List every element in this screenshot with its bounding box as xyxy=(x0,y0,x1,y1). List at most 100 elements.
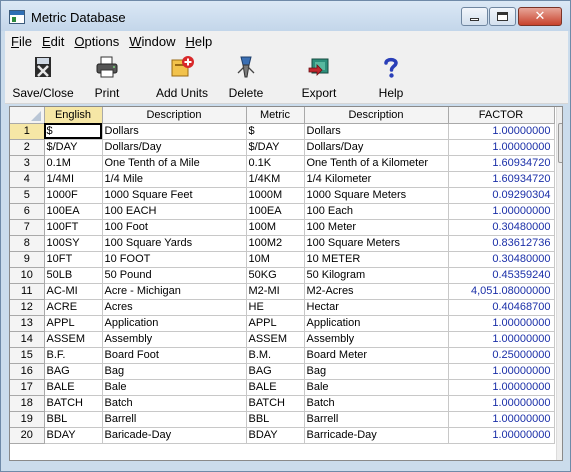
english-description-cell[interactable]: Bale xyxy=(102,379,247,396)
english-unit-cell[interactable]: 100EA xyxy=(44,203,103,220)
metric-description-cell[interactable]: Board Meter xyxy=(304,347,449,364)
factor-cell[interactable]: 1.00000000 xyxy=(448,315,555,332)
save-close-button[interactable]: Save/Close xyxy=(11,55,75,101)
column-header-english[interactable]: English xyxy=(44,107,103,124)
row-number-cell[interactable]: 8 xyxy=(10,235,45,252)
english-description-cell[interactable]: Board Foot xyxy=(102,347,247,364)
metric-description-cell[interactable]: 1/4 Kilometer xyxy=(304,171,449,188)
table-row[interactable]: 17 BALE Bale BALE Bale 1.00000000 xyxy=(10,379,555,396)
metric-unit-cell[interactable]: 1/4KM xyxy=(246,171,305,188)
english-unit-cell[interactable]: 100SY xyxy=(44,235,103,252)
table-row[interactable]: 13 APPL Application APPL Application 1.000000… xyxy=(10,315,555,332)
row-number-cell[interactable]: 11 xyxy=(10,283,45,300)
metric-unit-cell[interactable]: 100EA xyxy=(246,203,305,220)
scroll-down-arrow-icon[interactable]: ▼ xyxy=(557,444,562,460)
row-number-cell[interactable]: 1 xyxy=(10,123,45,140)
metric-unit-cell[interactable]: 0.1K xyxy=(246,155,305,172)
english-description-cell[interactable]: Dollars xyxy=(102,123,247,140)
metric-unit-cell[interactable]: 1000M xyxy=(246,187,305,204)
factor-cell[interactable]: 0.25000000 xyxy=(448,347,555,364)
table-row[interactable]: 9 10FT 10 FOOT 10M 10 METER 0.30480000 xyxy=(10,251,555,268)
english-description-cell[interactable]: 10 FOOT xyxy=(102,251,247,268)
row-number-cell[interactable]: 14 xyxy=(10,331,45,348)
english-description-cell[interactable]: One Tenth of a Mile xyxy=(102,155,247,172)
english-unit-cell[interactable]: BATCH xyxy=(44,395,103,412)
factor-cell[interactable]: 0.40468700 xyxy=(448,299,555,316)
metric-description-cell[interactable]: Bale xyxy=(304,379,449,396)
english-unit-cell[interactable]: ASSEM xyxy=(44,331,103,348)
metric-unit-cell[interactable]: 50KG xyxy=(246,267,305,284)
table-row[interactable]: 15 B.F. Board Foot B.M. Board Meter 0.2500000… xyxy=(10,347,555,364)
help-button[interactable]: Help xyxy=(373,55,409,101)
metric-unit-cell[interactable]: BDAY xyxy=(246,427,305,444)
metric-description-cell[interactable]: Dollars xyxy=(304,123,449,140)
table-row[interactable]: 8 100SY 100 Square Yards 100M2 100 Square Me… xyxy=(10,235,555,252)
menu-help[interactable]: Help xyxy=(185,34,212,49)
english-description-cell[interactable]: 1000 Square Feet xyxy=(102,187,247,204)
menu-file[interactable]: File xyxy=(11,34,32,49)
metric-unit-cell[interactable]: 100M xyxy=(246,219,305,236)
maximize-button[interactable] xyxy=(489,7,516,26)
factor-cell[interactable]: 0.09290304 xyxy=(448,187,555,204)
metric-description-cell[interactable]: 10 METER xyxy=(304,251,449,268)
vertical-scrollbar[interactable]: ▲ ▼ xyxy=(556,107,562,460)
metric-description-cell[interactable]: 100 Meter xyxy=(304,219,449,236)
metric-description-cell[interactable]: Hectar xyxy=(304,299,449,316)
title-bar[interactable]: Metric Database ✕ xyxy=(1,1,570,31)
table-row[interactable]: 1 $ Dollars $ Dollars 1.00000000 xyxy=(10,123,555,140)
english-description-cell[interactable]: Acres xyxy=(102,299,247,316)
table-row[interactable]: 6 100EA 100 EACH 100EA 100 Each 1.00000000 xyxy=(10,203,555,220)
factor-cell[interactable]: 1.00000000 xyxy=(448,411,555,428)
english-unit-cell[interactable]: 1000F xyxy=(44,187,103,204)
english-description-cell[interactable]: Application xyxy=(102,315,247,332)
row-number-cell[interactable]: 20 xyxy=(10,427,45,444)
metric-unit-cell[interactable]: HE xyxy=(246,299,305,316)
english-unit-cell[interactable]: 50LB xyxy=(44,267,103,284)
english-description-cell[interactable]: 100 Foot xyxy=(102,219,247,236)
table-row[interactable]: 16 BAG Bag BAG Bag 1.00000000 xyxy=(10,363,555,380)
table-row[interactable]: 2 $/DAY Dollars/Day $/DAY Dollars/Day 1.00000… xyxy=(10,139,555,156)
metric-description-cell[interactable]: Barricade-Day xyxy=(304,427,449,444)
metric-description-cell[interactable]: 100 Square Meters xyxy=(304,235,449,252)
factor-cell[interactable]: 0.83612736 xyxy=(448,235,555,252)
print-button[interactable]: Print xyxy=(87,55,127,101)
factor-cell[interactable]: 1.00000000 xyxy=(448,331,555,348)
table-row[interactable]: 5 1000F 1000 Square Feet 1000M 1000 Square M… xyxy=(10,187,555,204)
metric-description-cell[interactable]: Bag xyxy=(304,363,449,380)
row-number-cell[interactable]: 10 xyxy=(10,267,45,284)
english-description-cell[interactable]: 100 EACH xyxy=(102,203,247,220)
row-number-cell[interactable]: 6 xyxy=(10,203,45,220)
english-description-cell[interactable]: 50 Pound xyxy=(102,267,247,284)
english-unit-cell[interactable]: $ xyxy=(44,123,103,140)
row-number-cell[interactable]: 12 xyxy=(10,299,45,316)
table-row[interactable]: 3 0.1M One Tenth of a Mile 0.1K One Tenth of… xyxy=(10,155,555,172)
row-number-cell[interactable]: 18 xyxy=(10,395,45,412)
english-unit-cell[interactable]: ACRE xyxy=(44,299,103,316)
metric-unit-cell[interactable]: 10M xyxy=(246,251,305,268)
english-unit-cell[interactable]: 10FT xyxy=(44,251,103,268)
english-unit-cell[interactable]: BAG xyxy=(44,363,103,380)
english-unit-cell[interactable]: APPL xyxy=(44,315,103,332)
factor-cell[interactable]: 1.60934720 xyxy=(448,171,555,188)
column-header-metric[interactable]: Metric xyxy=(246,107,305,124)
row-number-cell[interactable]: 5 xyxy=(10,187,45,204)
metric-description-cell[interactable]: One Tenth of a Kilometer xyxy=(304,155,449,172)
column-header-factor[interactable]: FACTOR xyxy=(448,107,555,124)
factor-cell[interactable]: 0.45359240 xyxy=(448,267,555,284)
factor-cell[interactable]: 1.00000000 xyxy=(448,363,555,380)
table-row[interactable]: 12 ACRE Acres HE Hectar 0.40468700 xyxy=(10,299,555,316)
minimize-button[interactable] xyxy=(461,7,488,26)
row-number-cell[interactable]: 9 xyxy=(10,251,45,268)
scroll-up-arrow-icon[interactable]: ▲ xyxy=(557,107,562,123)
metric-unit-cell[interactable]: 100M2 xyxy=(246,235,305,252)
english-unit-cell[interactable]: 0.1M xyxy=(44,155,103,172)
row-number-cell[interactable]: 16 xyxy=(10,363,45,380)
table-row[interactable]: 18 BATCH Batch BATCH Batch 1.00000000 xyxy=(10,395,555,412)
menu-options[interactable]: Options xyxy=(74,34,119,49)
english-description-cell[interactable]: Barrell xyxy=(102,411,247,428)
metric-description-cell[interactable]: Barrell xyxy=(304,411,449,428)
row-number-cell[interactable]: 15 xyxy=(10,347,45,364)
row-number-cell[interactable]: 19 xyxy=(10,411,45,428)
table-row[interactable]: 4 1/4MI 1/4 Mile 1/4KM 1/4 Kilometer 1.609347… xyxy=(10,171,555,188)
english-description-cell[interactable]: 1/4 Mile xyxy=(102,171,247,188)
